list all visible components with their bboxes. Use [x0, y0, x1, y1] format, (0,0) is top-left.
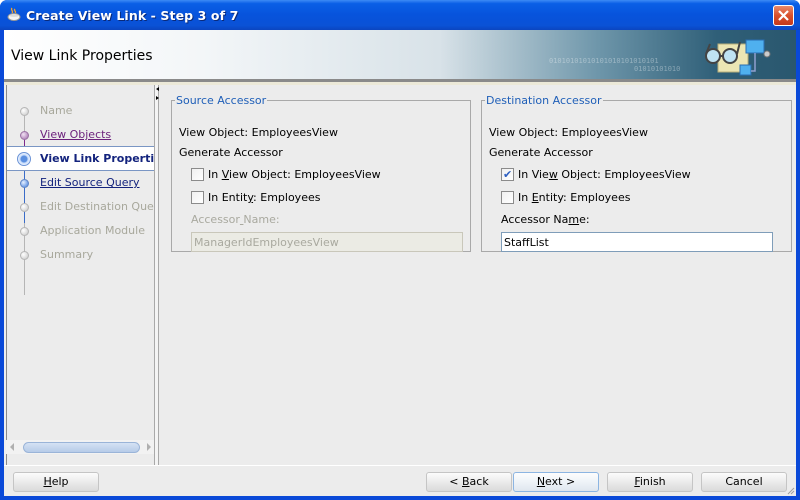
dialog-window: Create View Link - Step 3 of 7 View Link…: [0, 0, 800, 500]
nav-step-application-module: Application Module: [7, 219, 154, 243]
destination-accessor-name-label: Accessor Name:: [501, 213, 590, 226]
source-in-entity-checkbox[interactable]: ✔: [191, 191, 204, 204]
close-icon: [778, 10, 789, 21]
source-in-view-object-label[interactable]: In View Object: EmployeesView: [208, 168, 381, 181]
scroll-right-arrow-icon[interactable]: [147, 443, 151, 451]
scrollbar-thumb[interactable]: [23, 442, 140, 453]
step-dot-icon: [20, 251, 29, 260]
nav-step-view-link-properties[interactable]: View Link Properties: [7, 146, 154, 171]
nav-step-name: Name: [7, 99, 154, 123]
nav-step-label: View Link Properties: [40, 152, 154, 165]
step-dot-icon: [20, 107, 29, 116]
destination-accessor-legend: Destination Accessor: [486, 94, 602, 107]
step-dot-icon: [20, 179, 29, 188]
dialog-client: View Link Properties 0101010101010101010…: [4, 30, 796, 496]
destination-generate-accessor-label: Generate Accessor: [489, 146, 593, 159]
source-in-entity-label[interactable]: In Entity: Employees: [208, 191, 320, 204]
wizard-body: Name View Objects View Link Properties E…: [4, 85, 796, 465]
scroll-left-arrow-icon[interactable]: [10, 443, 14, 451]
source-accessor-group: Source Accessor View Object: EmployeesVi…: [171, 94, 471, 252]
nav-step-edit-source-query[interactable]: Edit Source Query: [7, 171, 154, 195]
view-link-glasses-icon: [705, 39, 771, 76]
cancel-button[interactable]: Cancel: [701, 472, 787, 492]
step-current-dot-icon: [17, 152, 31, 166]
step-dot-icon: [20, 131, 29, 140]
nav-step-label: Summary: [40, 248, 94, 261]
window-title: Create View Link - Step 3 of 7: [26, 8, 239, 23]
destination-accessor-name-input[interactable]: [501, 232, 773, 252]
nav-step-summary: Summary: [7, 243, 154, 267]
nav-horizontal-scrollbar[interactable]: [6, 440, 154, 454]
source-accessor-name-input: [191, 232, 463, 252]
destination-in-view-object-label[interactable]: In View Object: EmployeesView: [518, 168, 691, 181]
step-dot-icon: [20, 227, 29, 236]
nav-step-label: Edit Destination Query: [40, 200, 154, 213]
destination-view-object-label: View Object: EmployeesView: [489, 126, 648, 139]
title-bar[interactable]: Create View Link - Step 3 of 7: [0, 0, 800, 30]
checkmark-icon: ✔: [503, 168, 513, 181]
java-cup-icon: [7, 7, 21, 21]
source-accessor-name-label: Accessor Name:: [191, 213, 280, 226]
page-title: View Link Properties: [11, 48, 153, 64]
step-dot-icon: [20, 203, 29, 212]
source-in-view-object-checkbox[interactable]: ✔: [191, 168, 204, 181]
source-view-object-label: View Object: EmployeesView: [179, 126, 338, 139]
wizard-footer: Help < Back Next > Finish Cancel: [4, 465, 796, 496]
close-button[interactable]: [773, 5, 794, 26]
nav-step-edit-destination-query: Edit Destination Query: [7, 195, 154, 219]
wizard-header: View Link Properties 0101010101010101010…: [4, 30, 796, 82]
nav-step-label: Application Module: [40, 224, 145, 237]
destination-in-entity-checkbox[interactable]: ✔: [501, 191, 514, 204]
nav-step-label: Name: [40, 104, 73, 117]
nav-step-label[interactable]: View Objects: [40, 128, 111, 141]
next-button[interactable]: Next >: [513, 472, 599, 492]
source-generate-accessor-label: Generate Accessor: [179, 146, 283, 159]
resize-grip-icon[interactable]: [785, 485, 795, 495]
header-binary-decoration-2: 01010101010: [634, 65, 681, 73]
destination-accessor-group: Destination Accessor View Object: Employ…: [481, 94, 792, 252]
back-button[interactable]: < Back: [426, 472, 512, 492]
finish-button[interactable]: Finish: [607, 472, 693, 492]
source-accessor-legend: Source Accessor: [176, 94, 267, 107]
help-button[interactable]: Help: [13, 472, 99, 492]
header-binary-decoration: 01010101010101010101010101: [549, 57, 659, 65]
nav-step-label[interactable]: Edit Source Query: [40, 176, 140, 189]
wizard-steps-nav: Name View Objects View Link Properties E…: [6, 85, 154, 465]
nav-step-view-objects[interactable]: View Objects: [7, 123, 154, 147]
destination-in-view-object-checkbox[interactable]: ✔: [501, 168, 514, 181]
wizard-content: Source Accessor View Object: EmployeesVi…: [159, 85, 796, 465]
destination-in-entity-label[interactable]: In Entity: Employees: [518, 191, 630, 204]
